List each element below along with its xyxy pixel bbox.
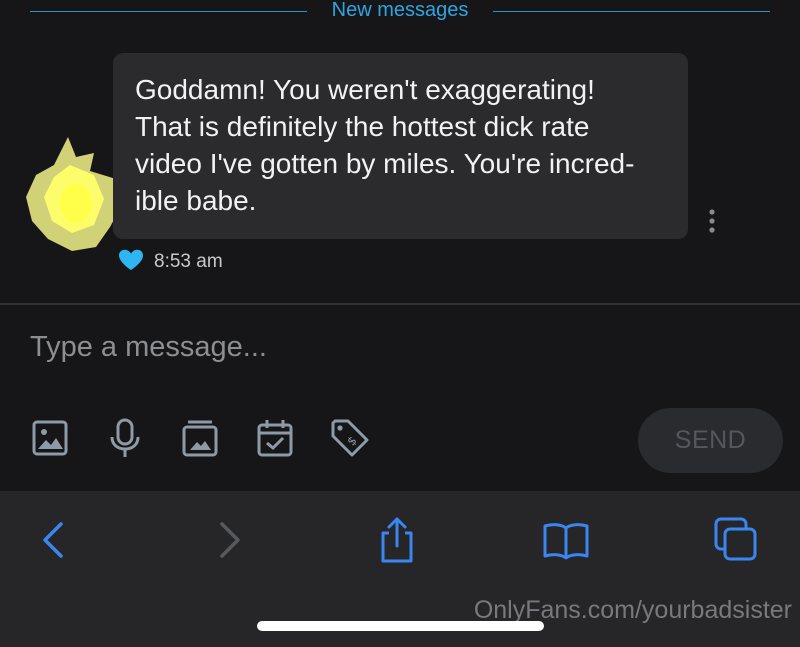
home-indicator[interactable] xyxy=(257,621,544,631)
price-tag-icon[interactable]: $ xyxy=(330,418,370,458)
svg-text:$: $ xyxy=(344,433,359,448)
more-options-icon[interactable] xyxy=(705,208,719,234)
message-timestamp: 8:53 am xyxy=(154,251,223,272)
bookmarks-book-icon[interactable] xyxy=(541,515,591,565)
chat-thread: New messages Goddamn! You weren't exagge… xyxy=(0,0,800,303)
calendar-check-icon[interactable] xyxy=(255,418,295,458)
send-button[interactable]: SEND xyxy=(638,408,783,473)
message-bubble[interactable]: Goddamn! You weren't exaggerating! That … xyxy=(113,53,688,239)
back-chevron-icon[interactable] xyxy=(30,515,80,565)
divider-line-left xyxy=(30,11,307,12)
message-text: Goddamn! You weren't exaggerating! That … xyxy=(135,74,635,216)
microphone-icon[interactable] xyxy=(105,418,145,458)
new-messages-divider: New messages xyxy=(331,0,469,21)
browser-toolbar: OnlyFans.com/yourbadsister xyxy=(0,491,800,647)
media-vault-icon[interactable] xyxy=(180,418,220,458)
divider-line-right xyxy=(493,11,770,12)
tabs-icon[interactable] xyxy=(710,515,760,565)
like-heart-icon[interactable] xyxy=(118,249,144,271)
message-composer: $ SEND xyxy=(0,303,800,493)
share-icon[interactable] xyxy=(372,515,422,565)
message-input[interactable] xyxy=(30,327,590,367)
image-icon[interactable] xyxy=(30,418,70,458)
forward-chevron-icon[interactable] xyxy=(205,515,255,565)
